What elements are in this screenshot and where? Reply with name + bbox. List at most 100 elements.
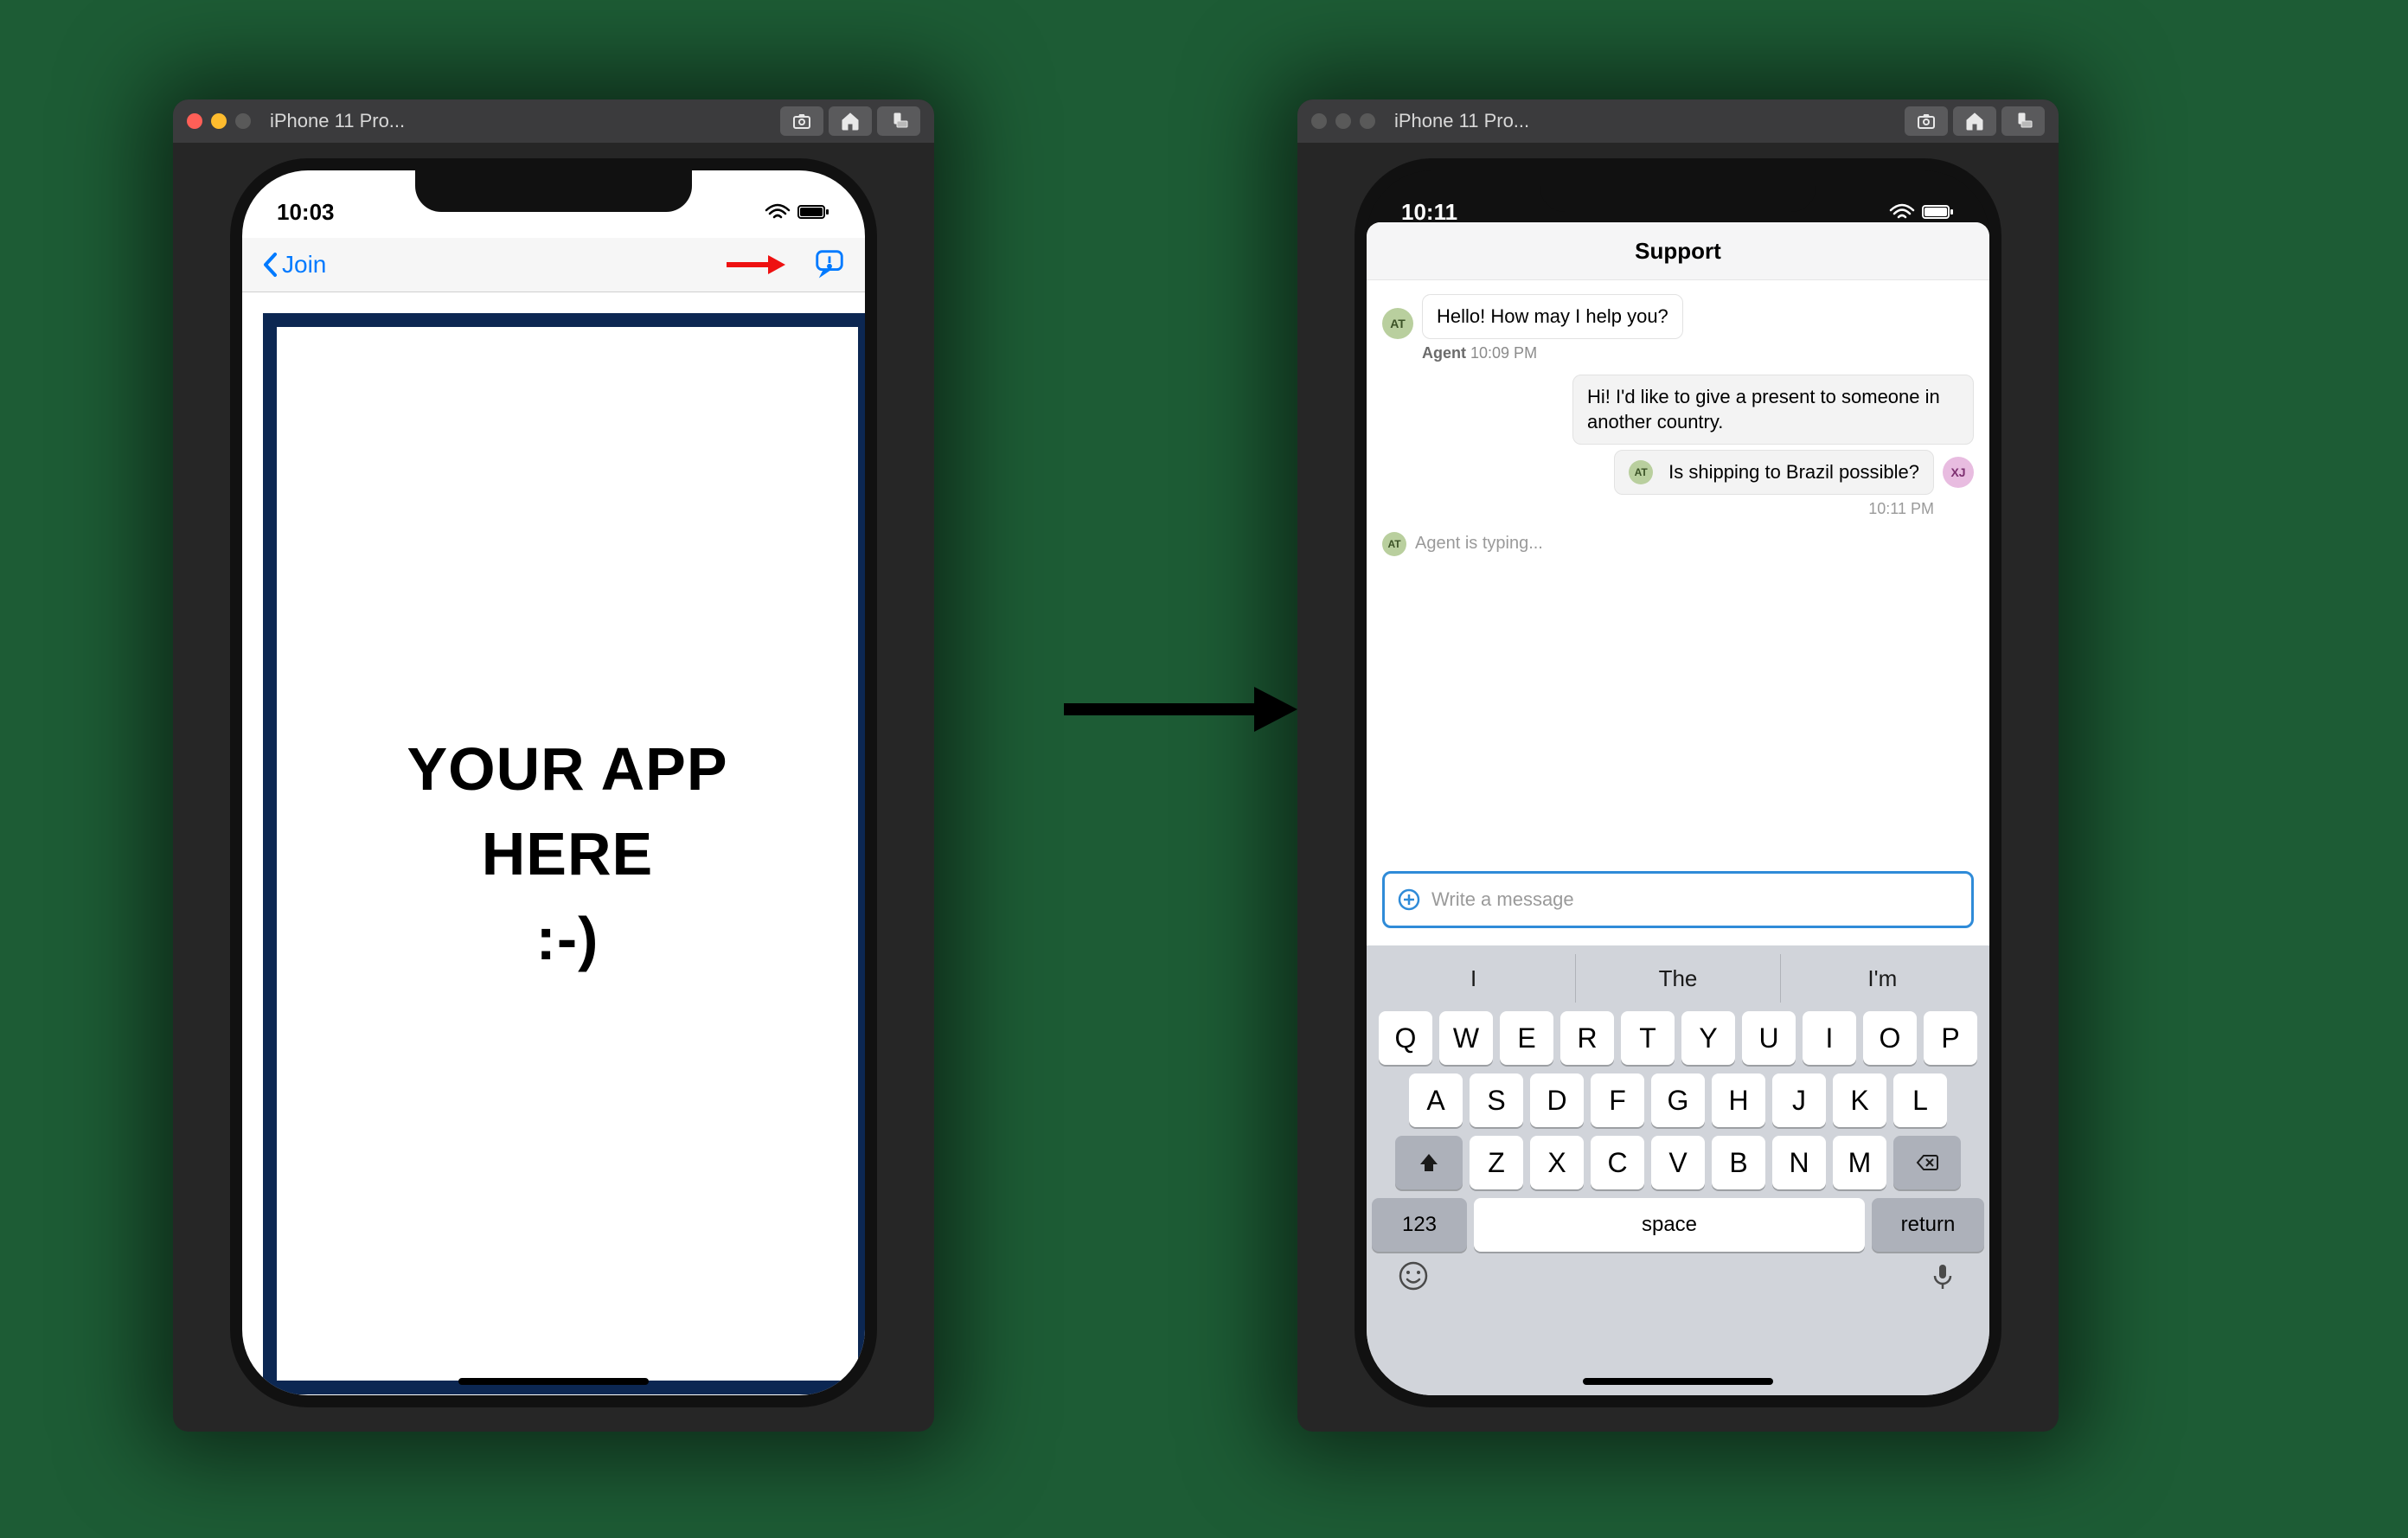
typing-text: Agent is typing... (1415, 534, 1543, 554)
support-header: Support (1367, 222, 1989, 280)
microphone-icon (1927, 1260, 1958, 1291)
key-shift[interactable] (1395, 1136, 1463, 1189)
avatar-agent: AT (1382, 308, 1413, 339)
key-a[interactable]: A (1409, 1073, 1463, 1127)
key-o[interactable]: O (1863, 1011, 1917, 1065)
key-x[interactable]: X (1530, 1136, 1584, 1189)
backspace-icon (1915, 1150, 1939, 1175)
emoji-icon (1398, 1260, 1429, 1291)
nav-bar: Join (242, 238, 865, 292)
message-time-user: 10:11 PM (1382, 500, 1934, 518)
placeholder-line-1: YOUR APP (407, 727, 727, 811)
key-g[interactable]: G (1651, 1073, 1705, 1127)
key-backspace[interactable] (1893, 1136, 1961, 1189)
wifi-icon (1889, 203, 1915, 221)
keyboard: I The I'm Q W E R T Y U I (1367, 945, 1989, 1395)
zoom-window-icon[interactable] (1360, 113, 1375, 129)
support-chat-button[interactable] (813, 247, 846, 284)
battery-icon (797, 203, 830, 221)
dictation-button[interactable] (1927, 1260, 1958, 1296)
key-k[interactable]: K (1833, 1073, 1886, 1127)
screenshot-button[interactable] (1905, 106, 1948, 136)
suggestion-2[interactable]: The (1575, 954, 1779, 1003)
avatar-agent-small: AT (1382, 532, 1406, 556)
suggestion-1[interactable]: I (1372, 954, 1575, 1003)
status-time: 10:03 (277, 199, 335, 226)
minimize-window-icon[interactable] (211, 113, 227, 129)
device-notch (415, 170, 692, 212)
key-return[interactable]: return (1872, 1198, 1984, 1252)
screenshot-button[interactable] (780, 106, 823, 136)
titlebar-left: iPhone 11 Pro... (173, 99, 934, 143)
key-j[interactable]: J (1772, 1073, 1826, 1127)
rotate-button[interactable] (877, 106, 920, 136)
close-window-icon[interactable] (187, 113, 202, 129)
back-button[interactable]: Join (261, 251, 326, 279)
add-attachment-icon[interactable] (1397, 888, 1421, 912)
device-notch (1540, 170, 1816, 212)
minimize-window-icon[interactable] (1335, 113, 1351, 129)
key-space[interactable]: space (1474, 1198, 1865, 1252)
key-s[interactable]: S (1470, 1073, 1523, 1127)
callout-arrow-icon (725, 252, 785, 282)
message-input[interactable]: Write a message (1382, 871, 1974, 928)
key-f[interactable]: F (1591, 1073, 1644, 1127)
zoom-window-icon[interactable] (235, 113, 251, 129)
battery-icon (1922, 203, 1955, 221)
titlebar-right: iPhone 11 Pro... (1297, 99, 2059, 143)
key-h[interactable]: H (1712, 1073, 1765, 1127)
key-e[interactable]: E (1500, 1011, 1553, 1065)
chat-bubble-icon (813, 247, 846, 279)
message-bubble-user-2: AT Is shipping to Brazil possible? (1614, 450, 1934, 495)
key-q[interactable]: Q (1379, 1011, 1432, 1065)
home-button[interactable] (829, 106, 872, 136)
transition-arrow-icon (1055, 675, 1297, 748)
message-bubble-agent: Hello! How may I help you? (1422, 294, 1683, 339)
key-r[interactable]: R (1560, 1011, 1614, 1065)
key-w[interactable]: W (1439, 1011, 1493, 1065)
key-c[interactable]: C (1591, 1136, 1644, 1189)
rotate-button[interactable] (2001, 106, 2045, 136)
message-row-user-2: AT Is shipping to Brazil possible? XJ (1382, 450, 1974, 495)
key-m[interactable]: M (1833, 1136, 1886, 1189)
message-bubble-user-1: Hi! I'd like to give a present to someon… (1572, 375, 1974, 445)
key-y[interactable]: Y (1681, 1011, 1735, 1065)
key-v[interactable]: V (1651, 1136, 1705, 1189)
key-t[interactable]: T (1621, 1011, 1675, 1065)
key-b[interactable]: B (1712, 1136, 1765, 1189)
key-l[interactable]: L (1893, 1073, 1947, 1127)
simulator-window-left: iPhone 11 Pro... 10:03 (173, 99, 934, 1432)
close-window-icon[interactable] (1311, 113, 1327, 129)
typing-indicator: AT Agent is typing... (1382, 532, 1974, 556)
key-i[interactable]: I (1803, 1011, 1856, 1065)
message-row-user: Hi! I'd like to give a present to someon… (1382, 375, 1974, 445)
key-u[interactable]: U (1742, 1011, 1796, 1065)
back-label: Join (282, 251, 326, 279)
chevron-left-icon (261, 252, 280, 278)
app-placeholder-frame: YOUR APP HERE :-) (263, 313, 865, 1394)
key-numbers[interactable]: 123 (1372, 1198, 1467, 1252)
key-p[interactable]: P (1924, 1011, 1977, 1065)
read-receipt-avatar: AT (1629, 460, 1653, 484)
status-time: 10:11 (1401, 199, 1457, 226)
message-meta-agent: Agent 10:09 PM (1422, 344, 1974, 362)
window-title: iPhone 11 Pro... (270, 110, 405, 132)
support-title: Support (1635, 238, 1721, 265)
home-indicator[interactable] (1583, 1378, 1773, 1385)
home-button[interactable] (1953, 106, 1996, 136)
window-title: iPhone 11 Pro... (1394, 110, 1529, 132)
key-n[interactable]: N (1772, 1136, 1826, 1189)
home-indicator[interactable] (458, 1378, 649, 1385)
key-z[interactable]: Z (1470, 1136, 1523, 1189)
shift-icon (1417, 1150, 1441, 1175)
message-row-agent: AT Hello! How may I help you? (1382, 294, 1974, 339)
avatar-user: XJ (1943, 457, 1974, 488)
suggestion-3[interactable]: I'm (1780, 954, 1984, 1003)
simulator-window-right: iPhone 11 Pro... 10:11 S (1297, 99, 2059, 1432)
emoji-button[interactable] (1398, 1260, 1429, 1296)
wifi-icon (765, 203, 791, 221)
message-input-placeholder: Write a message (1431, 888, 1574, 911)
placeholder-line-3: :-) (536, 896, 599, 981)
key-d[interactable]: D (1530, 1073, 1584, 1127)
placeholder-line-2: HERE (482, 811, 653, 896)
